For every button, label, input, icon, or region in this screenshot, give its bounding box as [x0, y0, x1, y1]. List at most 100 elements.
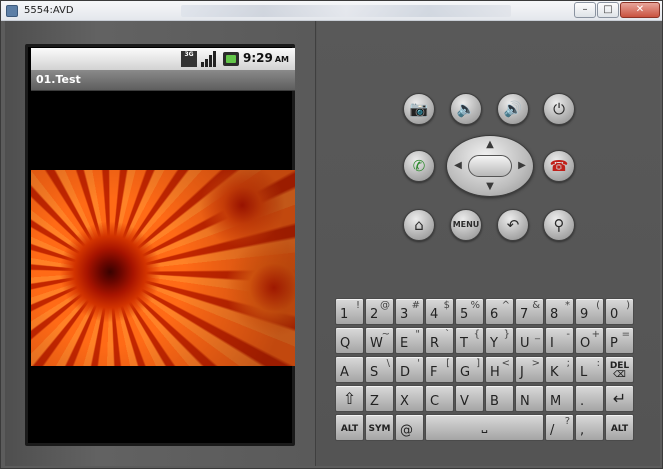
key-label: X [400, 394, 409, 409]
key-g[interactable]: G] [455, 356, 484, 383]
key-space[interactable]: ␣ [425, 414, 544, 441]
key-z[interactable]: Z [365, 385, 394, 412]
dpad-center-button[interactable] [468, 155, 512, 177]
key-9[interactable]: 9( [575, 298, 604, 325]
key-1[interactable]: 1! [335, 298, 364, 325]
key-q[interactable]: Q [335, 327, 364, 354]
key-u[interactable]: U _ [515, 327, 544, 354]
key-k[interactable]: K; [545, 356, 574, 383]
key-at[interactable]: @ [395, 414, 424, 441]
key-l[interactable]: L: [575, 356, 604, 383]
key-n[interactable]: N [515, 385, 544, 412]
minimize-button[interactable]: – [574, 2, 596, 18]
key-label: 3 [400, 307, 409, 322]
search-icon: ⚲ [553, 216, 565, 234]
key-2[interactable]: 2 @ [365, 298, 394, 325]
end-call-icon: ☎ [549, 157, 569, 175]
home-button[interactable]: ⌂ [403, 209, 435, 241]
key-e[interactable]: E " [395, 327, 424, 354]
close-button[interactable]: ✕ [620, 2, 660, 18]
key-0[interactable]: 0) [605, 298, 634, 325]
key-label: Y [490, 336, 498, 351]
dpad-right-icon[interactable]: ▶ [515, 160, 529, 172]
key-h[interactable]: H < [485, 356, 514, 383]
key-label: SYM [368, 424, 391, 434]
device-screen[interactable]: 3G 9:29 AM 01.Test [25, 44, 295, 446]
key-label: U [520, 336, 530, 351]
key-enter[interactable]: ↵ [605, 385, 634, 412]
key-j[interactable]: J > [515, 356, 544, 383]
key-i[interactable]: I- [545, 327, 574, 354]
key-label: T [460, 336, 468, 351]
volume-down-button[interactable]: 🔈 [450, 93, 482, 125]
key-comma[interactable]: , [575, 414, 604, 441]
key-label: K [550, 365, 559, 380]
app-title-bar: 01.Test [31, 70, 295, 91]
dpad-down-icon[interactable]: ▼ [483, 181, 497, 193]
key-alt-label: ~ [381, 329, 390, 340]
key-del[interactable]: DEL ⌫ [605, 356, 634, 383]
key-v[interactable]: V [455, 385, 484, 412]
key-f[interactable]: F[ [425, 356, 454, 383]
app-icon [6, 5, 18, 17]
dpad-up-icon[interactable]: ▲ [483, 139, 497, 151]
key-alt-label: @ [380, 300, 390, 311]
key-a[interactable]: A [335, 356, 364, 383]
key-label: V [460, 394, 469, 409]
key-label: S [370, 365, 379, 380]
key-label: 5 [460, 307, 469, 322]
key-3[interactable]: 3 # [395, 298, 424, 325]
volume-up-button[interactable]: 🔊 [497, 93, 529, 125]
key-4[interactable]: 4 $ [425, 298, 454, 325]
key-label: N [520, 394, 530, 409]
menu-button[interactable]: MENU [450, 209, 482, 241]
key-alt-left[interactable]: ALT [335, 414, 364, 441]
key-d[interactable]: D ' [395, 356, 424, 383]
key-sym[interactable]: SYM [365, 414, 394, 441]
camera-button[interactable]: 📷 [403, 93, 435, 125]
end-call-button[interactable]: ☎ [543, 150, 575, 182]
key-label: Z [370, 394, 379, 409]
key-shift[interactable]: ⇧ [335, 385, 364, 412]
key-label: R [430, 336, 440, 351]
key-8[interactable]: 8 * [545, 298, 574, 325]
key-7[interactable]: 7 & [515, 298, 544, 325]
key-label: 6 [490, 307, 499, 322]
key-b[interactable]: B [485, 385, 514, 412]
power-button[interactable]: ⏻ [543, 93, 575, 125]
call-button[interactable]: ✆ [403, 150, 435, 182]
maximize-button[interactable]: □ [597, 2, 619, 18]
key-w[interactable]: W ~ [365, 327, 394, 354]
key-s[interactable]: S \ [365, 356, 394, 383]
key-alt-right[interactable]: ALT [605, 414, 634, 441]
key-label: / [550, 423, 555, 438]
key-m[interactable]: M [545, 385, 574, 412]
key-6[interactable]: 6 ^ [485, 298, 514, 325]
key-label: G [460, 365, 471, 380]
key-p[interactable]: P = [605, 327, 634, 354]
key-o[interactable]: O + [575, 327, 604, 354]
key-t[interactable]: T{ [455, 327, 484, 354]
key-r[interactable]: R ` [425, 327, 454, 354]
key-period[interactable]: . [575, 385, 604, 412]
key-label: @ [400, 423, 413, 438]
dpad-left-icon[interactable]: ◀ [451, 160, 465, 172]
key-slash[interactable]: /? [545, 414, 574, 441]
key-c[interactable]: C [425, 385, 454, 412]
key-label: . [580, 394, 585, 409]
key-5[interactable]: 5% [455, 298, 484, 325]
key-label: A [340, 365, 349, 380]
key-alt-label: } [503, 329, 510, 340]
key-label: 1 [340, 307, 349, 322]
search-button[interactable]: ⚲ [543, 209, 575, 241]
call-icon: ✆ [412, 157, 426, 175]
volume-up-icon: 🔊 [503, 100, 523, 118]
key-label: H [490, 365, 500, 380]
back-button[interactable]: ↶ [497, 209, 529, 241]
key-x[interactable]: X [395, 385, 424, 412]
key-y[interactable]: Y} [485, 327, 514, 354]
maximize-icon: □ [603, 4, 613, 15]
key-label: 2 [370, 307, 379, 322]
key-label: C [430, 394, 440, 409]
title-bar[interactable]: 5554:AVD – □ ✕ [1, 1, 662, 21]
